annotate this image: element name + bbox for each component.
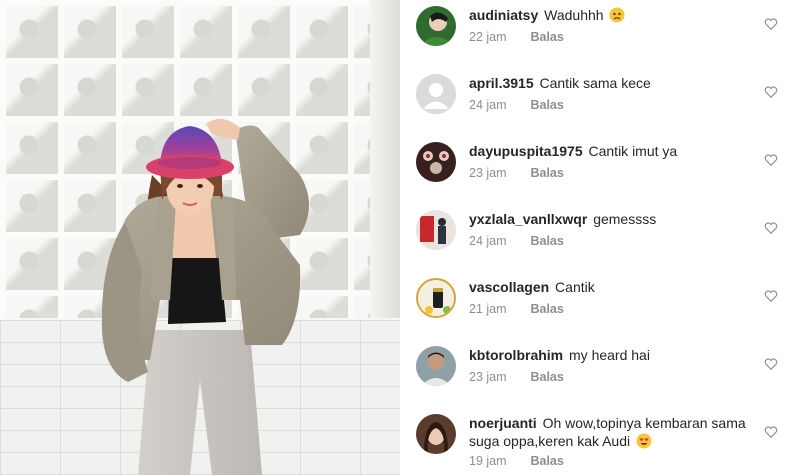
heart-icon: [764, 222, 778, 235]
worried-face-emoji: [609, 7, 625, 23]
heart-icon: [764, 154, 778, 167]
comment-text: my heard hai: [569, 347, 650, 363]
comment-username[interactable]: vascollagen: [469, 279, 549, 295]
woman-avatar[interactable]: [416, 414, 456, 454]
comment-item: vascollagen Cantik 21 jam Balas: [400, 272, 800, 340]
like-button[interactable]: [760, 151, 782, 169]
default-avatar[interactable]: [416, 74, 456, 114]
comment-time: 19 jam: [469, 454, 507, 468]
like-button[interactable]: [760, 355, 782, 373]
reply-button[interactable]: Balas: [530, 166, 563, 180]
comment-username[interactable]: dayupuspita1975: [469, 143, 583, 159]
product-avatar[interactable]: [416, 278, 456, 318]
man-avatar[interactable]: [416, 346, 456, 386]
comment-username[interactable]: noerjuanti: [469, 415, 537, 431]
heart-icon: [764, 426, 778, 439]
dark-avatar[interactable]: [416, 142, 456, 182]
comment-time: 22 jam: [469, 30, 507, 44]
comment-time: 21 jam: [469, 302, 507, 316]
comment-item: yxzlala_vanllxwqr gemessss 24 jam Balas: [400, 204, 800, 272]
heart-icon: [764, 18, 778, 31]
reply-button[interactable]: Balas: [530, 98, 563, 112]
green-avatar[interactable]: [416, 6, 456, 46]
comment-item: noerjuanti Oh wow,topinya kembaran sama …: [400, 408, 800, 475]
reply-button[interactable]: Balas: [530, 302, 563, 316]
comment-username[interactable]: audiniatsy: [469, 7, 538, 23]
like-button[interactable]: [760, 15, 782, 33]
like-button[interactable]: [760, 83, 782, 101]
comment-time: 23 jam: [469, 370, 507, 384]
reply-button[interactable]: Balas: [530, 370, 563, 384]
comment-item: april.3915 Cantik sama kece 24 jam Balas: [400, 68, 800, 136]
like-button[interactable]: [760, 219, 782, 237]
heart-icon: [764, 358, 778, 371]
reply-button[interactable]: Balas: [530, 454, 563, 468]
comment-text: Cantik sama kece: [539, 75, 651, 91]
comment-time: 24 jam: [469, 98, 507, 112]
comment-text: Cantik: [555, 279, 595, 295]
red-avatar[interactable]: [416, 210, 456, 250]
comment-item: audiniatsy Waduhhh 22 jam Balas: [400, 0, 800, 68]
comment-text: gemessss: [593, 211, 657, 227]
comment-time: 23 jam: [469, 166, 507, 180]
comment-username[interactable]: april.3915: [469, 75, 534, 91]
like-button[interactable]: [760, 423, 782, 441]
reply-button[interactable]: Balas: [530, 30, 563, 44]
heart-eyes-emoji: [636, 433, 652, 449]
reply-button[interactable]: Balas: [530, 234, 563, 248]
comment-item: kbtorolbrahim my heard hai 23 jam Balas: [400, 340, 800, 408]
comment-item: dayupuspita1975 Cantik imut ya 23 jam Ba…: [400, 136, 800, 204]
comment-text: Waduhhh: [544, 7, 604, 23]
post-photo: [0, 0, 400, 475]
comment-time: 24 jam: [469, 234, 507, 248]
comments-panel: audiniatsy Waduhhh 22 jam Balas april.39…: [400, 0, 800, 475]
heart-icon: [764, 86, 778, 99]
comment-username[interactable]: yxzlala_vanllxwqr: [469, 211, 587, 227]
comment-text: Cantik imut ya: [588, 143, 678, 159]
woman-figure: [101, 118, 309, 475]
like-button[interactable]: [760, 287, 782, 305]
heart-icon: [764, 290, 778, 303]
comment-username[interactable]: kbtorolbrahim: [469, 347, 563, 363]
